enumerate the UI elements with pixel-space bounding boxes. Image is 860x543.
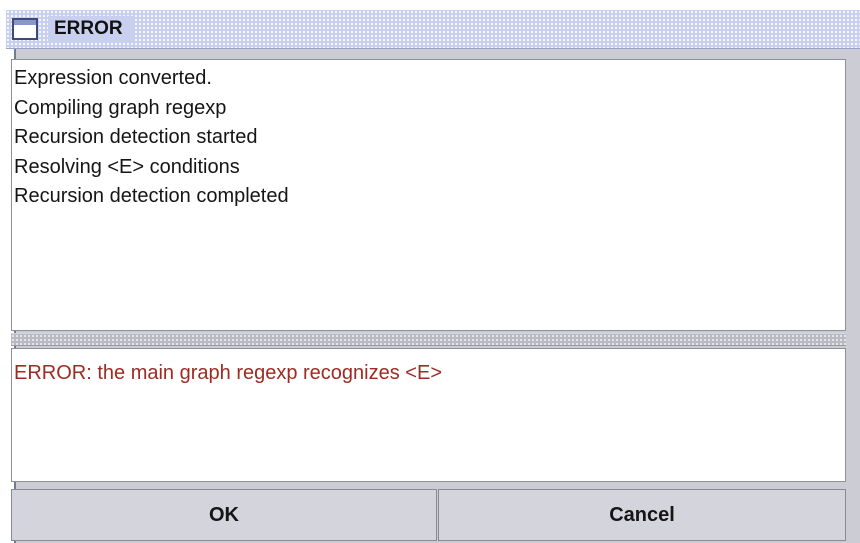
cancel-button[interactable]: Cancel: [438, 489, 846, 541]
window-icon-bar: [14, 20, 36, 25]
dialog-title-bar[interactable]: ERROR: [6, 10, 860, 49]
log-line: Recursion detection completed: [14, 185, 289, 207]
error-output-panel[interactable]: ERROR: the main graph regexp recognizes …: [11, 348, 846, 482]
error-message: ERROR: the main graph regexp recognizes …: [14, 362, 442, 384]
dialog-title: ERROR: [48, 16, 133, 42]
log-line: Resolving <E> conditions: [14, 155, 240, 178]
window-icon: [12, 18, 38, 40]
log-output-panel[interactable]: Expression converted. Compiling graph re…: [11, 59, 846, 331]
log-line: Recursion detection started: [14, 126, 258, 148]
log-line: Expression converted.: [14, 67, 212, 89]
log-line: Compiling graph regexp: [14, 96, 227, 119]
log-lines: Expression converted. Compiling graph re…: [12, 60, 845, 212]
ok-button[interactable]: OK: [11, 489, 437, 541]
split-pane-divider[interactable]: [11, 333, 846, 346]
